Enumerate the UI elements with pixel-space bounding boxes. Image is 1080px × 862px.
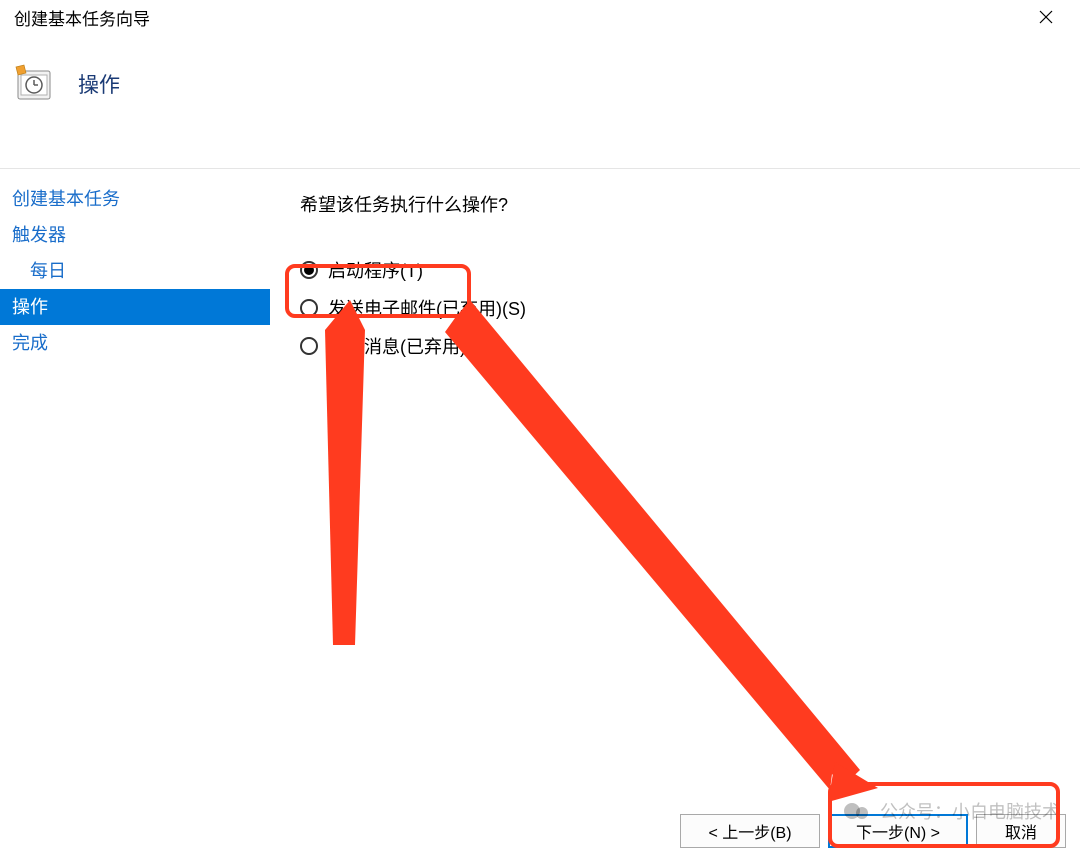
sidebar-item-finish[interactable]: 完成 (0, 325, 270, 361)
sidebar-item-daily[interactable]: 每日 (0, 253, 270, 289)
sidebar-item-trigger[interactable]: 触发器 (0, 217, 270, 253)
task-scheduler-icon (14, 63, 54, 103)
close-button[interactable] (1024, 3, 1068, 31)
window-title-bar: 创建基本任务向导 (0, 0, 1080, 34)
wizard-sidebar: 创建基本任务 触发器 每日 操作 完成 (0, 169, 270, 800)
window-title: 创建基本任务向导 (14, 5, 150, 30)
page-title: 操作 (78, 69, 120, 99)
content-area: 创建基本任务 触发器 每日 操作 完成 希望该任务执行什么操作? 启动程序(T)… (0, 169, 1080, 800)
radio-icon (300, 337, 318, 355)
close-icon (1039, 10, 1053, 24)
action-radio-group: 启动程序(T) 发送电子邮件(已弃用)(S) 显示消息(已弃用)(M) (300, 257, 1070, 359)
back-button[interactable]: < 上一步(B) (680, 814, 820, 848)
question-text: 希望该任务执行什么操作? (300, 191, 1070, 217)
footer-bar: < 上一步(B) 下一步(N) > 取消 (0, 800, 1080, 862)
main-panel: 希望该任务执行什么操作? 启动程序(T) 发送电子邮件(已弃用)(S) 显示消息… (270, 169, 1080, 800)
next-button[interactable]: 下一步(N) > (828, 814, 968, 848)
sidebar-item-create-task[interactable]: 创建基本任务 (0, 181, 270, 217)
radio-icon (300, 261, 318, 279)
option-start-program[interactable]: 启动程序(T) (300, 257, 1070, 283)
option-send-email[interactable]: 发送电子邮件(已弃用)(S) (300, 295, 1070, 321)
radio-icon (300, 299, 318, 317)
sidebar-item-action[interactable]: 操作 (0, 289, 270, 325)
wizard-header: 操作 (0, 34, 1080, 169)
cancel-button[interactable]: 取消 (976, 814, 1066, 848)
option-label: 启动程序(T) (328, 257, 423, 283)
option-label: 发送电子邮件(已弃用)(S) (328, 295, 526, 321)
option-show-message[interactable]: 显示消息(已弃用)(M) (300, 333, 1070, 359)
option-label: 显示消息(已弃用)(M) (328, 333, 493, 359)
